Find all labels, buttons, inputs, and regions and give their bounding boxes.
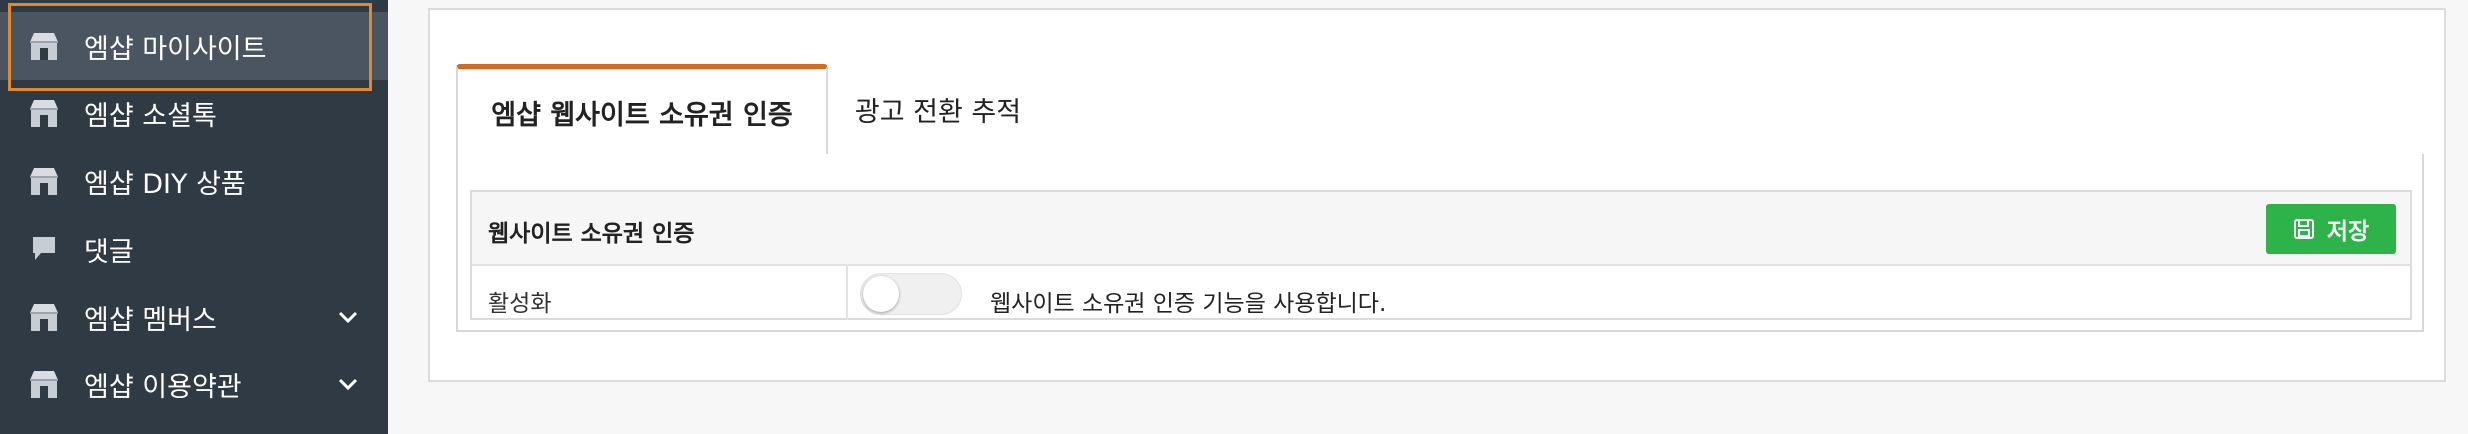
- shop-icon: [24, 161, 64, 201]
- settings-table: 웹사이트 소유권 인증 저장 활성화 웹사이트 소유권 인증 기능을 사용합니다…: [470, 190, 2412, 320]
- save-button-label: 저장: [2326, 219, 2370, 245]
- save-icon: [2293, 218, 2315, 240]
- shop-icon: [24, 93, 64, 133]
- sidebar-item-label: 엠샵 이용약관: [84, 371, 242, 403]
- sidebar-item-mysite[interactable]: 엠샵 마이사이트: [0, 12, 388, 80]
- column-divider: [846, 266, 848, 320]
- tab-ad-conversion[interactable]: 광고 전환 추적: [828, 64, 1048, 154]
- activation-label: 활성화: [488, 291, 552, 317]
- section-title: 웹사이트 소유권 인증: [488, 221, 695, 247]
- chevron-down-icon[interactable]: [336, 305, 360, 329]
- sidebar-item-terms[interactable]: 엠샵 이용약관: [0, 350, 388, 418]
- table-header: 웹사이트 소유권 인증 저장: [472, 192, 2410, 266]
- sidebar-item-label: 엠샵 소셜톡: [84, 100, 217, 132]
- shop-icon: [24, 364, 64, 404]
- toggle-knob: [863, 276, 899, 312]
- main-content: 엠샵 웹사이트 소유권 인증 광고 전환 추적 웹사이트 소유권 인증 저장 활…: [388, 0, 2468, 434]
- sidebar-item-comments[interactable]: 댓글: [0, 215, 388, 283]
- activation-description: 웹사이트 소유권 인증 기능을 사용합니다.: [990, 291, 1387, 317]
- settings-panel: 엠샵 웹사이트 소유권 인증 광고 전환 추적 웹사이트 소유권 인증 저장 활…: [428, 8, 2446, 382]
- activation-toggle[interactable]: [860, 273, 962, 315]
- sidebar-item-label: 엠샵 DIY 상품: [84, 168, 246, 200]
- tab-content: 웹사이트 소유권 인증 저장 활성화 웹사이트 소유권 인증 기능을 사용합니다…: [456, 154, 2424, 332]
- sidebar-item-label: 댓글: [84, 236, 134, 268]
- sidebar-item-label: 엠샵 마이사이트: [84, 33, 267, 65]
- comment-icon: [24, 229, 64, 269]
- save-button[interactable]: 저장: [2266, 204, 2396, 254]
- shop-icon: [24, 26, 64, 66]
- shop-icon: [24, 297, 64, 337]
- tab-site-ownership[interactable]: 엠샵 웹사이트 소유권 인증: [456, 64, 828, 156]
- sidebar-item-socialtalk[interactable]: 엠샵 소셜톡: [0, 79, 388, 147]
- sidebar-item-members[interactable]: 엠샵 멤버스: [0, 283, 388, 351]
- sidebar-item-label: 엠샵 멤버스: [84, 304, 217, 336]
- admin-sidebar: 엠샵 마이사이트 엠샵 소셜톡 엠샵 DIY 상품 댓글 엠샵 멤버스 엠샵 이…: [0, 0, 388, 434]
- sidebar-item-diy-products[interactable]: 엠샵 DIY 상품: [0, 147, 388, 215]
- chevron-down-icon[interactable]: [336, 372, 360, 396]
